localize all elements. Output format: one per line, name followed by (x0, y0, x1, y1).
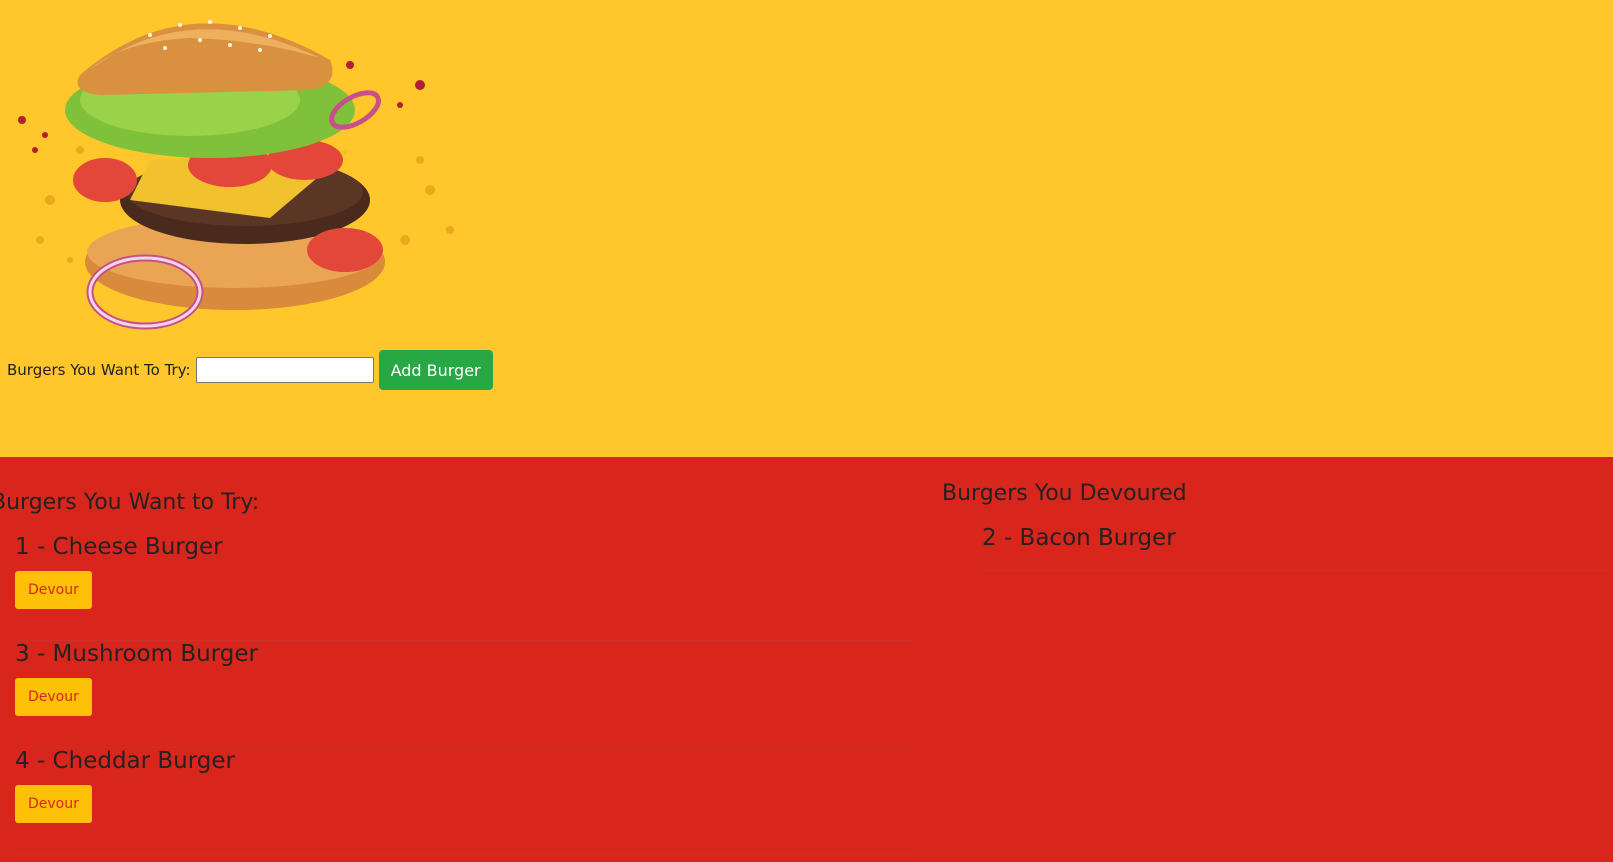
burger-title: 1 - Cheese Burger (15, 534, 223, 560)
burger-image (18, 20, 454, 330)
list-item: 1 - Cheese Burger Devour (15, 534, 913, 641)
devour-button[interactable]: Devour (15, 678, 92, 716)
want-to-try-list: 1 - Cheese Burger Devour 3 - Mushroom Bu… (15, 534, 913, 855)
burger-input-label: Burgers You Want To Try: (7, 361, 191, 379)
add-burger-button[interactable]: Add Burger (378, 350, 493, 390)
add-burger-form: Burgers You Want To Try: Add Burger (7, 350, 493, 390)
devour-button[interactable]: Devour (15, 571, 92, 609)
devoured-list: 2 - Bacon Burger (982, 525, 1613, 571)
list-item: 3 - Mushroom Burger Devour (15, 641, 913, 748)
burger-name-input[interactable] (195, 357, 374, 383)
burger-title: 4 - Cheddar Burger (15, 748, 236, 774)
devoured-heading: Burgers You Devoured (942, 481, 1187, 506)
burger-lists-section: Burgers You Want to Try: 1 - Cheese Burg… (0, 457, 1613, 862)
devour-button[interactable]: Devour (15, 785, 92, 823)
list-item: 2 - Bacon Burger (982, 525, 1613, 571)
header-section: Burgers You Want To Try: Add Burger (0, 0, 1613, 457)
want-to-try-heading: Burgers You Want to Try: (0, 490, 260, 515)
burger-title: 2 - Bacon Burger (982, 525, 1176, 551)
list-item: 4 - Cheddar Burger Devour (15, 748, 913, 855)
burger-title: 3 - Mushroom Burger (15, 641, 258, 667)
